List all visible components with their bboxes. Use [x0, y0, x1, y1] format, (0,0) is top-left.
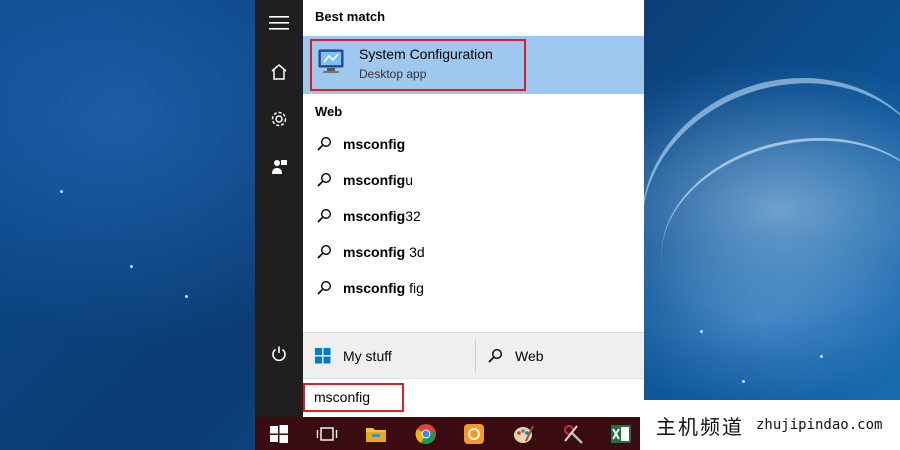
sparkle — [820, 355, 823, 358]
web-result-bold: msconfig — [343, 208, 406, 224]
web-result-item[interactable]: msconfig32 — [303, 198, 644, 234]
search-icon — [317, 172, 332, 187]
system-configuration-icon — [318, 49, 344, 73]
tools-icon — [564, 425, 583, 444]
web-result-rest: 3d — [405, 244, 425, 260]
task-view-icon — [316, 427, 338, 441]
feedback-button[interactable] — [255, 145, 303, 189]
web-result-rest: fig — [405, 280, 424, 296]
web-result-item[interactable]: msconfig — [303, 126, 644, 162]
home-button[interactable] — [255, 50, 303, 94]
web-result-rest: 32 — [405, 208, 421, 224]
search-icon — [317, 208, 332, 223]
taskbar — [255, 417, 640, 450]
web-header: Web — [315, 104, 343, 119]
my-stuff-button[interactable]: My stuff — [315, 333, 392, 379]
web-search-label: Web — [515, 348, 544, 364]
best-match-title: System Configuration — [359, 46, 493, 62]
sparkle — [742, 380, 745, 383]
my-stuff-label: My stuff — [343, 348, 392, 364]
paint-button[interactable] — [511, 422, 535, 446]
windows-start-icon — [270, 425, 288, 443]
hamburger-button[interactable] — [255, 1, 303, 45]
excel-button[interactable] — [609, 422, 633, 446]
chrome-button[interactable] — [414, 422, 438, 446]
web-result-rest: u — [405, 172, 414, 188]
web-result-bold: msconfig — [343, 280, 406, 296]
web-result-item[interactable]: msconfig 3d — [303, 234, 644, 270]
tools-button[interactable] — [561, 422, 585, 446]
sparkle — [700, 330, 703, 333]
search-icon — [317, 244, 332, 259]
search-icon — [317, 136, 332, 151]
search-input[interactable]: msconfig — [303, 383, 404, 412]
watermark-badge: 主机频道 zhujipindao.com — [640, 400, 900, 450]
excel-icon — [611, 425, 631, 443]
chrome-icon — [415, 424, 436, 444]
sparkle — [185, 295, 188, 298]
file-explorer-icon — [366, 428, 386, 442]
windows-logo-icon — [315, 348, 331, 364]
power-icon — [272, 346, 286, 362]
search-scope-bar: My stuff Web — [303, 332, 644, 378]
settings-icon — [271, 111, 287, 127]
web-search-button[interactable]: Web — [487, 333, 544, 379]
best-match-header: Best match — [315, 9, 386, 24]
web-result-item[interactable]: msconfig fig — [303, 270, 644, 306]
watermark-en: zhujipindao.com — [756, 417, 883, 433]
feedback-icon — [272, 160, 287, 174]
start-menu-panel: Best match System Configuration Desktop … — [303, 0, 644, 417]
best-match-subtitle: Desktop app — [359, 67, 427, 81]
settings-button[interactable] — [255, 97, 303, 141]
search-icon — [317, 280, 332, 295]
home-icon — [271, 64, 287, 80]
web-result-item[interactable]: msconfigu — [303, 162, 644, 198]
paint-icon — [514, 425, 534, 443]
sparkle — [130, 265, 133, 268]
start-menu-rail — [255, 0, 303, 417]
search-icon — [488, 348, 503, 363]
web-result-bold: msconfig — [343, 136, 406, 152]
power-button[interactable] — [255, 332, 303, 376]
watermark-cn: 主机频道 — [656, 414, 744, 439]
app-icon — [464, 424, 484, 444]
sparkle — [60, 190, 63, 193]
hamburger-icon — [269, 16, 289, 30]
app-button[interactable] — [462, 422, 486, 446]
scope-divider — [475, 339, 476, 373]
web-result-bold: msconfig — [343, 244, 406, 260]
file-explorer-button[interactable] — [364, 422, 388, 446]
task-view-button[interactable] — [315, 422, 339, 446]
start-button[interactable] — [267, 422, 291, 446]
web-result-bold: msconfig — [343, 172, 406, 188]
